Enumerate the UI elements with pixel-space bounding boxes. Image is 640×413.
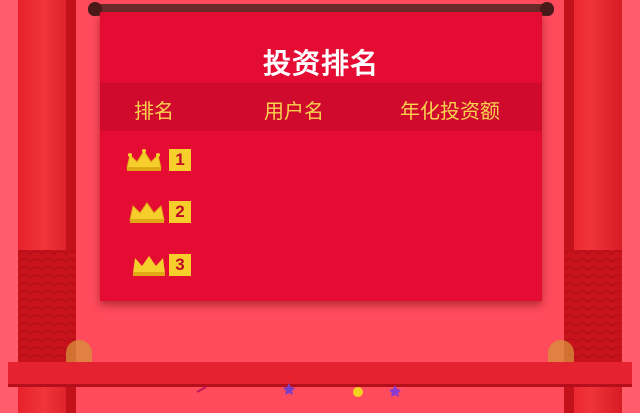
gold-crown-icon (133, 256, 165, 276)
right-wave-pattern (564, 250, 622, 362)
stage-floor (8, 362, 632, 384)
table-row: 2 (100, 196, 542, 236)
panel-title: 投资排名 (262, 47, 379, 80)
table-row: 1 (100, 144, 542, 184)
purple-star-icon (389, 385, 401, 397)
table-header-row: 排名 用户名 年化投资额 (100, 83, 542, 131)
rank-number-badge: 1 (169, 149, 191, 171)
investment-ranking-panel: 投资排名 排名 用户名 年化投资额 1 2 3 (100, 12, 542, 301)
right-floor-ornament (548, 340, 574, 364)
gold-crown-icon (129, 202, 165, 223)
column-header-username: 用户名 (264, 99, 324, 123)
gold-crown-icon (126, 149, 162, 171)
rank-number-badge: 3 (169, 254, 191, 276)
column-header-annual-amount: 年化投资额 (400, 99, 500, 123)
purple-star-icon (283, 383, 295, 395)
left-floor-ornament (66, 340, 92, 364)
yellow-dot-icon (353, 387, 363, 397)
column-header-rank: 排名 (134, 99, 174, 123)
rank-number-badge: 2 (169, 201, 191, 223)
table-row: 3 (100, 249, 542, 289)
scroll-rod-right-knob (540, 2, 554, 16)
confetti-streak (196, 386, 207, 393)
